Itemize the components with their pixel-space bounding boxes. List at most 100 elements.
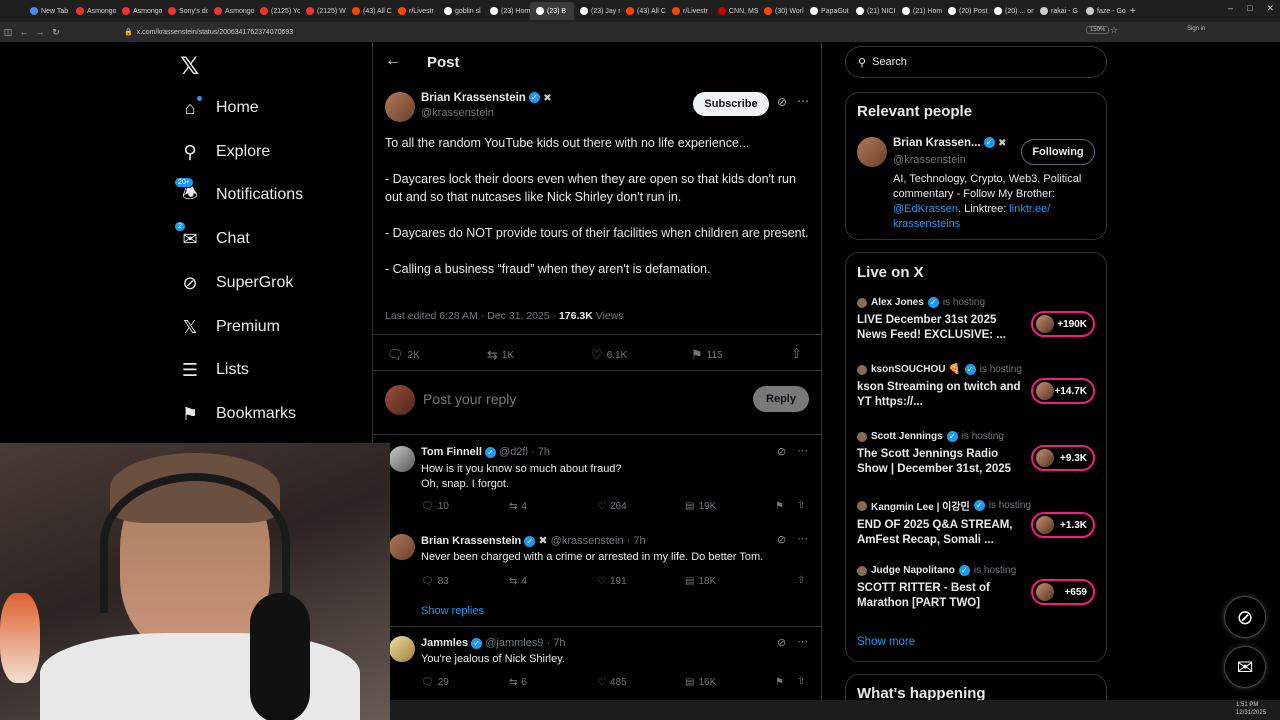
live-item[interactable]: ksonSOUCHOU 🍕 ✓ is hosting kson Streaming o… (857, 364, 1097, 410)
views-action[interactable]: ▤ 18K (685, 576, 716, 587)
browser-tab[interactable]: (2125) W (300, 2, 346, 20)
reply-input[interactable]: Post your reply (423, 391, 516, 407)
reply-time[interactable]: · 7h (627, 535, 646, 547)
nav-item-bookmarks[interactable]: ⚑ Bookmarks (180, 402, 296, 426)
live-listener-pill[interactable]: +14.7K (1031, 378, 1095, 404)
x-logo-icon[interactable]: 𝕏 (180, 52, 199, 81)
more-icon[interactable]: ⋯ (797, 444, 808, 457)
browser-tab[interactable]: Asmongo (208, 2, 254, 20)
browser-tab[interactable]: r/Livestr (666, 2, 712, 20)
person-avatar[interactable] (857, 137, 887, 167)
nav-item-explore[interactable]: ⚲ Explore (180, 140, 270, 164)
bookmark-icon[interactable]: ⚑ (775, 677, 784, 688)
live-title[interactable]: kson Streaming on twitch and YT https://… (857, 380, 1022, 410)
reply-action[interactable]: 🗨 83 (421, 576, 449, 587)
nav-item-premium[interactable]: 𝕏 Premium (180, 315, 280, 339)
host-name[interactable]: Kangmin Lee | 이강민 (871, 498, 970, 513)
browser-tab[interactable]: (2125) Yo (254, 2, 300, 20)
live-listener-pill[interactable]: +190K (1031, 311, 1095, 337)
views-action[interactable]: ▤ 19K (685, 501, 716, 512)
browser-tab[interactable]: New Tab (24, 2, 70, 20)
browser-tab[interactable]: (20) Post (942, 2, 988, 20)
nav-item-chat[interactable]: ✉ 2 Chat (174, 221, 250, 251)
forward-icon[interactable]: → (32, 27, 48, 37)
browser-tab[interactable]: Asmongo (70, 2, 116, 20)
more-icon[interactable]: ⋯ (797, 635, 808, 648)
following-button[interactable]: Following (1021, 139, 1095, 165)
reply-author[interactable]: Brian Krassenstein (421, 535, 521, 547)
person-name[interactable]: Brian Krassen... (893, 137, 981, 149)
repost-action[interactable]: ⇆ 4 (509, 501, 527, 512)
reply-handle[interactable]: @d2fl (499, 446, 528, 458)
browser-tab[interactable]: (43) All C (620, 2, 666, 20)
bookmark-action[interactable]: ⚑ 115 (691, 347, 723, 363)
live-listener-pill[interactable]: +659 (1031, 579, 1095, 605)
grok-icon[interactable]: ⊘ (777, 445, 786, 458)
reply-action[interactable]: 🗨 2K (387, 347, 420, 363)
live-item[interactable]: Alex Jones ✓ is hosting LIVE December 31st … (857, 297, 1097, 343)
grok-icon[interactable]: ⊘ (777, 636, 786, 649)
share-icon[interactable]: ⇧ (791, 346, 802, 362)
nav-item-home[interactable]: ⌂ Home (180, 96, 259, 120)
live-item[interactable]: Scott Jennings ✓ is hosting The Scott Jenni… (857, 431, 1097, 477)
browser-tab[interactable]: (23) B (530, 2, 574, 20)
host-name[interactable]: Judge Napolitano (871, 565, 955, 576)
author-handle[interactable]: @krassenstein (421, 107, 494, 119)
author-avatar[interactable] (385, 92, 415, 122)
views-action[interactable]: ▤ 16K (685, 677, 716, 688)
browser-tab[interactable]: (21) Hom (896, 2, 942, 20)
reload-icon[interactable]: ↻ (48, 27, 64, 38)
reply-author[interactable]: Jammles (421, 637, 468, 649)
repost-action[interactable]: ⇆ 6 (509, 677, 527, 688)
post-timestamp[interactable]: Last edited 6:28 AM · Dec 31, 2025 · (385, 310, 559, 322)
live-title[interactable]: SCOTT RITTER - Best of Marathon [PART TW… (857, 581, 1022, 611)
more-icon[interactable]: ⋯ (797, 94, 809, 108)
reply-time[interactable]: · 7h (547, 637, 566, 649)
share-icon[interactable]: ⇧ (797, 676, 805, 687)
signin-button[interactable]: Sign in (1187, 26, 1205, 32)
browser-tab[interactable]: CNN, MS (712, 2, 758, 20)
show-replies-link[interactable]: Show replies (421, 605, 484, 617)
live-title[interactable]: The Scott Jennings Radio Show | December… (857, 447, 1022, 477)
maximize-icon[interactable]: □ (1247, 3, 1252, 14)
browser-tab[interactable]: (23) Hom (484, 2, 530, 20)
reply-avatar[interactable] (389, 636, 415, 662)
star-icon[interactable]: ☆ (1110, 25, 1118, 36)
reply-author[interactable]: Tom Finnell (421, 446, 482, 458)
more-icon[interactable]: ⋯ (797, 532, 808, 545)
person-handle[interactable]: @krassenstein (893, 154, 966, 166)
browser-tab[interactable]: (30) Worl (758, 2, 804, 20)
repost-action[interactable]: ⇆ 4 (509, 576, 527, 587)
live-title[interactable]: LIVE December 31st 2025 News Feed! EXCLU… (857, 313, 1022, 343)
like-action[interactable]: ♡ 191 (597, 576, 627, 587)
bookmark-icon[interactable]: ⚑ (775, 501, 784, 512)
browser-tab[interactable]: goblin sl (438, 2, 484, 20)
like-action[interactable]: ♡ 485 (597, 677, 627, 688)
back-arrow-icon[interactable]: ← (385, 52, 401, 70)
author-name[interactable]: Brian Krassenstein (421, 92, 526, 104)
reply-handle[interactable]: @krassenstein (551, 535, 624, 547)
live-listener-pill[interactable]: +1.3K (1031, 512, 1095, 538)
host-name[interactable]: Alex Jones (871, 297, 924, 308)
messages-fab-button[interactable]: ✉ (1224, 646, 1266, 688)
browser-tab[interactable]: r/Livestr (392, 2, 438, 20)
grok-fab-button[interactable]: ⊘ (1224, 596, 1266, 638)
reply-handle[interactable]: @jammles9 (485, 637, 543, 649)
nav-item-notifications[interactable]: 🕭 20+ Notifications (174, 177, 303, 207)
reply-action[interactable]: 🗨 10 (421, 501, 449, 512)
minimize-icon[interactable]: – (1228, 3, 1233, 14)
host-name[interactable]: ksonSOUCHOU 🍕 (871, 364, 961, 375)
host-name[interactable]: Scott Jennings (871, 431, 943, 442)
like-action[interactable]: ♡ 264 (597, 501, 627, 512)
back-icon[interactable]: ← (16, 27, 32, 37)
bio-mention-link[interactable]: @EdKrassen (893, 203, 958, 215)
nav-item-supergrok[interactable]: ⊘ SuperGrok (180, 271, 293, 295)
share-icon[interactable]: ⇧ (797, 500, 805, 511)
grok-icon[interactable]: ⊘ (777, 533, 786, 546)
browser-tab[interactable]: (20) ... on (988, 2, 1034, 20)
search-input[interactable]: ⚲ Search (845, 46, 1107, 78)
new-tab-button[interactable]: + (1130, 6, 1136, 17)
grok-icon[interactable]: ⊘ (777, 95, 787, 109)
live-listener-pill[interactable]: +9.3K (1031, 445, 1095, 471)
zoom-level[interactable]: 150% (1086, 26, 1110, 34)
